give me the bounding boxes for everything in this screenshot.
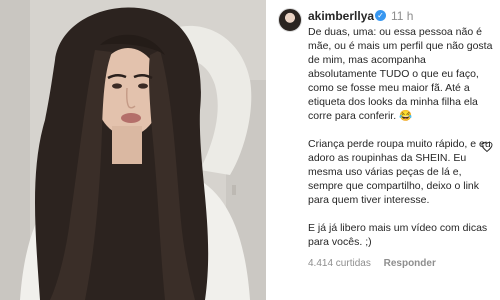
like-count[interactable]: 4.414 curtidas xyxy=(308,258,371,269)
post-caption: De duas, uma: ou essa pessoa não é mãe, … xyxy=(308,25,494,263)
selfie-image xyxy=(0,0,266,300)
username-link[interactable]: akimberllya xyxy=(308,9,374,23)
profile-avatar[interactable] xyxy=(278,8,302,32)
post-photo xyxy=(0,0,266,300)
post-header xyxy=(278,8,302,32)
post-time: 11 h xyxy=(391,9,414,23)
caption-paragraph-2: Criança perde roupa muito rápido, e eu a… xyxy=(308,138,491,206)
reply-button[interactable]: Responder xyxy=(384,258,436,269)
heart-icon[interactable] xyxy=(481,141,493,153)
comment-footer: 4.414 curtidas Responder xyxy=(308,258,446,269)
caption-paragraph-3: E já já libero mais um vídeo com dicas p… xyxy=(308,222,488,248)
caption-paragraph-1: De duas, uma: ou essa pessoa não é mãe, … xyxy=(308,26,493,122)
verified-badge-icon: ✓ xyxy=(375,10,386,21)
